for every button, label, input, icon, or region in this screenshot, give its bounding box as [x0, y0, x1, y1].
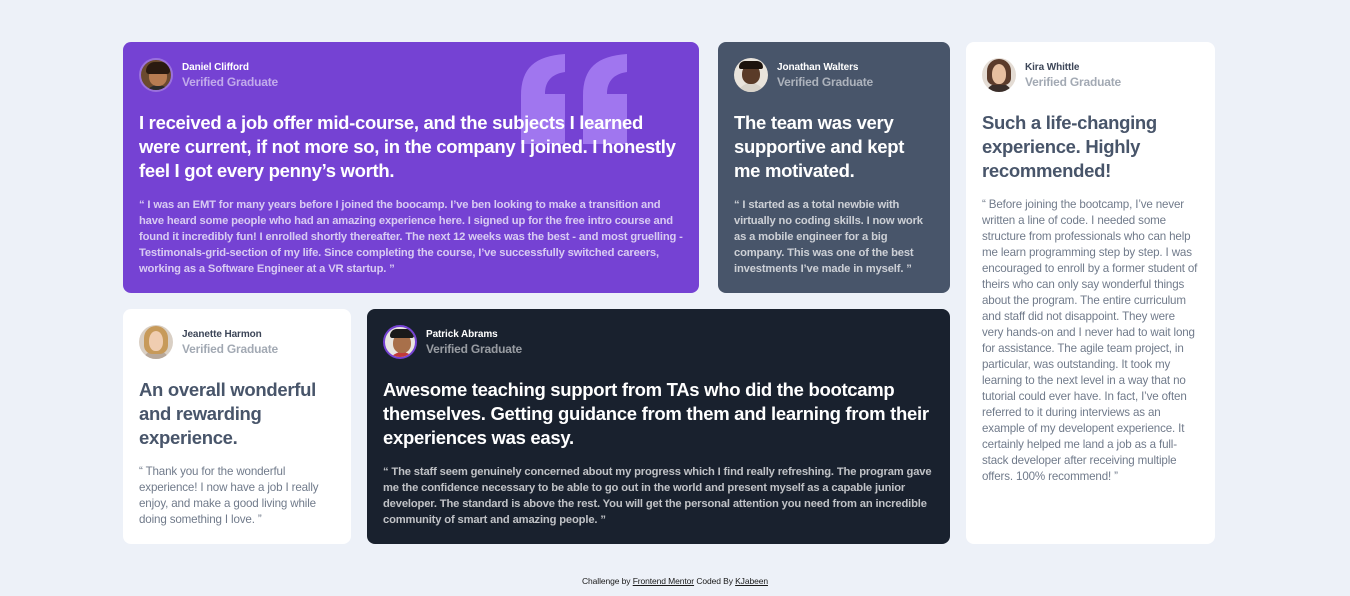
testimonial-headline: I received a job offer mid-course, and t…	[139, 112, 676, 181]
author-role: Verified Graduate	[1025, 74, 1121, 89]
testimonial-headline: An overall wonderful and rewarding exper…	[139, 379, 316, 448]
footer-prefix: Challenge by	[582, 576, 631, 586]
testimonial-card-kira: Kira Whittle Verified Graduate Such a li…	[966, 42, 1215, 544]
author-name: Jeanette Harmon	[182, 328, 262, 340]
author-name: Jonathan Walters	[777, 61, 859, 73]
testimonial-headline: Awesome teaching support from TAs who di…	[383, 379, 929, 448]
testimonial-quote: “ Before joining the bootcamp, I’ve neve…	[982, 198, 1198, 483]
testimonial-card-patrick: Patrick Abrams Verified Graduate Awesome…	[367, 309, 950, 544]
author-role: Verified Graduate	[777, 74, 873, 89]
testimonial-quote: “ Thank you for the wonderful experience…	[139, 465, 319, 526]
testimonial-quote: “ I was an EMT for many years before I j…	[139, 199, 683, 275]
footer-middle: Coded By	[696, 576, 733, 586]
testimonial-card-jeanette: Jeanette Harmon Verified Graduate An ove…	[123, 309, 351, 544]
testimonial-headline: Such a life-changing experience. Highly …	[982, 112, 1157, 181]
attribution-footer: Challenge by Frontend Mentor Coded By KJ…	[0, 576, 1350, 586]
avatar	[139, 325, 173, 359]
avatar	[982, 58, 1016, 92]
avatar	[734, 58, 768, 92]
testimonial-card-daniel: Daniel Clifford Verified Graduate I rece…	[123, 42, 699, 293]
author-link[interactable]: KJabeen	[735, 576, 768, 586]
author-role: Verified Graduate	[182, 74, 278, 89]
avatar	[139, 58, 173, 92]
testimonial-card-jonathan: Jonathan Walters Verified Graduate The t…	[718, 42, 950, 293]
author-role: Verified Graduate	[426, 341, 522, 356]
testimonial-quote: “ The staff seem genuinely concerned abo…	[383, 466, 932, 526]
author-name: Daniel Clifford	[182, 61, 249, 73]
author-name: Patrick Abrams	[426, 328, 498, 340]
testimonial-headline: The team was very supportive and kept me…	[734, 112, 905, 181]
author-name: Kira Whittle	[1025, 61, 1080, 73]
frontend-mentor-link[interactable]: Frontend Mentor	[633, 576, 694, 586]
avatar	[383, 325, 417, 359]
testimonial-quote: “ I started as a total newbie with virtu…	[734, 199, 923, 275]
author-role: Verified Graduate	[182, 341, 278, 356]
